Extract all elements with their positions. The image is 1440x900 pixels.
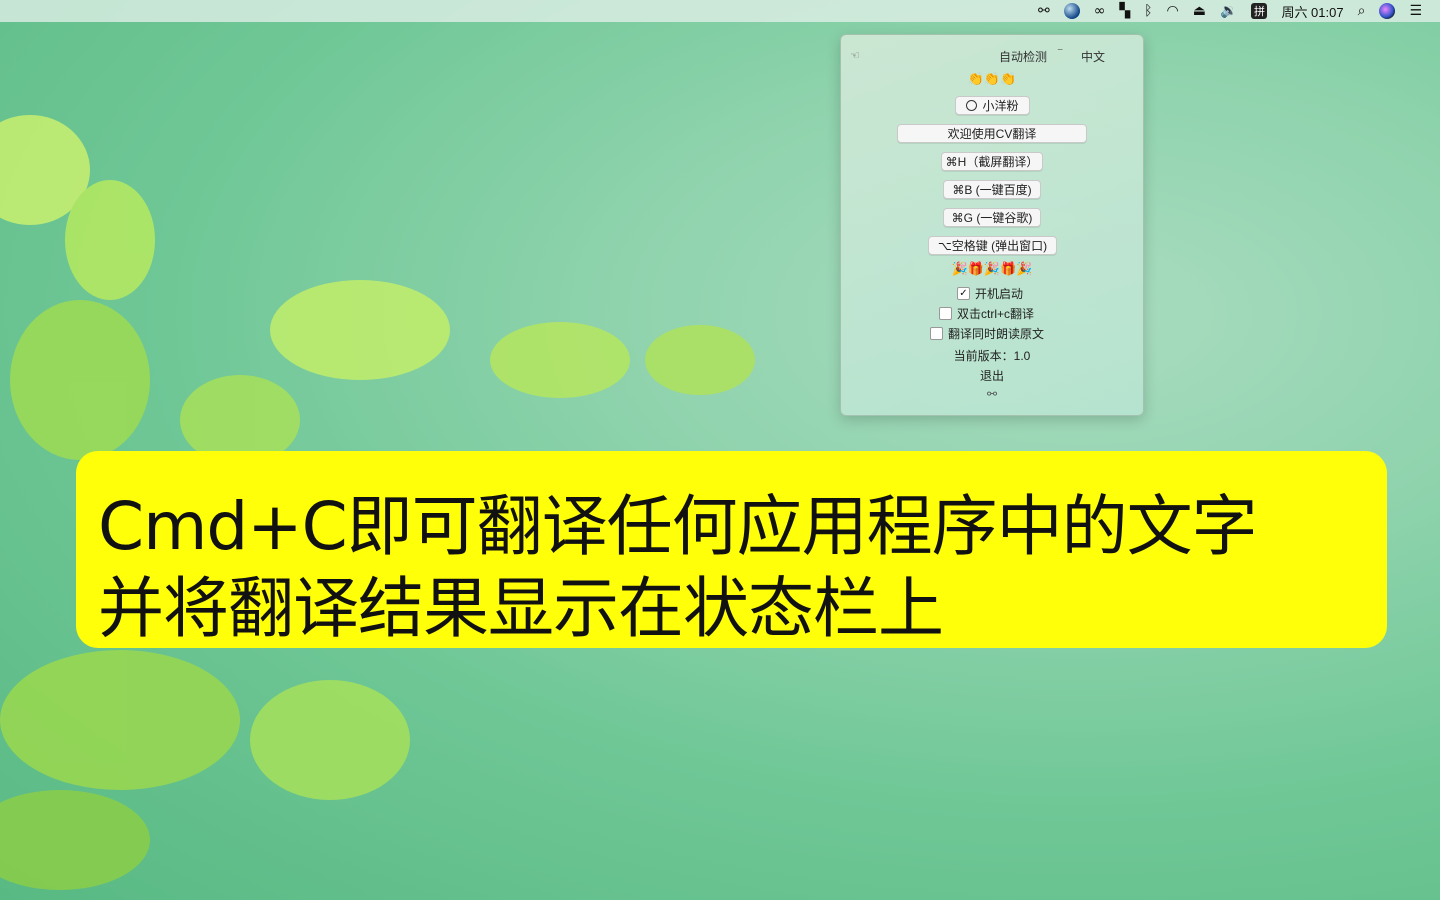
control-center-icon[interactable]: ☰ — [1409, 0, 1422, 22]
window-manager-icon[interactable]: ▚ — [1119, 0, 1130, 22]
baidu-button[interactable]: ⌘B (一键百度) — [943, 180, 1041, 199]
desktop-wallpaper — [0, 115, 755, 890]
version-label: 当前版本：1.0 — [953, 349, 1031, 363]
screenshot-translate-button[interactable]: ⌘H（截屏翻译） — [941, 152, 1043, 171]
double-ctrl-c-checkbox[interactable] — [939, 307, 952, 320]
clap-emoji-row: 👏👏👏 — [967, 71, 1017, 86]
banner-line-2: 并将翻译结果显示在状态栏上 — [98, 570, 944, 647]
siri-icon[interactable] — [1379, 0, 1396, 22]
swap-arrow-icon: ⁻ — [1057, 44, 1064, 58]
double-ctrl-c-option[interactable]: 双击ctrl+c翻译 — [939, 305, 1034, 322]
launch-at-login-option[interactable]: ✓ 开机启动 — [957, 285, 1023, 302]
welcome-button[interactable]: 欢迎使用CV翻译 — [897, 124, 1087, 143]
launch-at-login-label: 开机启动 — [975, 287, 1024, 301]
wifi-icon[interactable]: ◠ — [1167, 0, 1179, 22]
hand-icon: ☜ — [850, 50, 860, 62]
read-aloud-option[interactable]: 翻译同时朗读原文 — [930, 325, 1044, 342]
read-aloud-checkbox[interactable] — [930, 327, 943, 340]
launch-at-login-checkbox[interactable]: ✓ — [957, 287, 970, 300]
search-icon[interactable]: ⌕ — [1358, 0, 1366, 22]
volume-icon[interactable]: 🔉 — [1220, 0, 1237, 22]
google-button[interactable]: ⌘G (一键谷歌) — [943, 208, 1041, 227]
source-language-select[interactable]: 自动检测 — [999, 48, 1047, 65]
input-method-icon[interactable]: 拼 — [1251, 0, 1268, 22]
translator-popover: ☜ 自动检测 ⁻ 中文 👏👏👏 小洋粉 欢迎使用CV翻译 ⌘H（截屏翻译） ⌘B… — [840, 34, 1144, 416]
double-ctrl-c-label: 双击ctrl+c翻译 — [957, 307, 1035, 321]
globe-icon[interactable] — [1063, 0, 1080, 22]
github-button-label: 小洋粉 — [982, 99, 1019, 113]
translator-footer-icon: ⚯ — [986, 387, 998, 401]
quit-button[interactable]: 退出 — [841, 367, 1143, 384]
eject-icon[interactable]: ⏏ — [1193, 0, 1206, 22]
popup-window-button[interactable]: ⌥空格键 (弹出窗口) — [928, 236, 1057, 255]
promo-banner: Cmd+C即可翻译任何应用程序中的文字 并将翻译结果显示在状态栏上 — [76, 451, 1387, 648]
github-button[interactable]: 小洋粉 — [955, 96, 1030, 115]
menubar-clock[interactable]: 周六 01:07 — [1281, 0, 1343, 22]
menu-bar: ⚯ ∞ ▚ ᛒ ◠ ⏏ 🔉 拼 周六 01:07 ⌕ ☰ — [0, 0, 1440, 22]
translator-icon[interactable]: ⚯ — [1038, 0, 1050, 22]
github-icon — [966, 100, 978, 111]
target-language-select[interactable]: 中文 — [1081, 48, 1105, 65]
read-aloud-label: 翻译同时朗读原文 — [948, 327, 1045, 341]
bluetooth-icon[interactable]: ᛒ — [1144, 0, 1152, 22]
creative-cloud-icon[interactable]: ∞ — [1094, 0, 1106, 22]
party-emoji-row: 🎉🎁🎉🎁🎉 — [951, 261, 1033, 276]
